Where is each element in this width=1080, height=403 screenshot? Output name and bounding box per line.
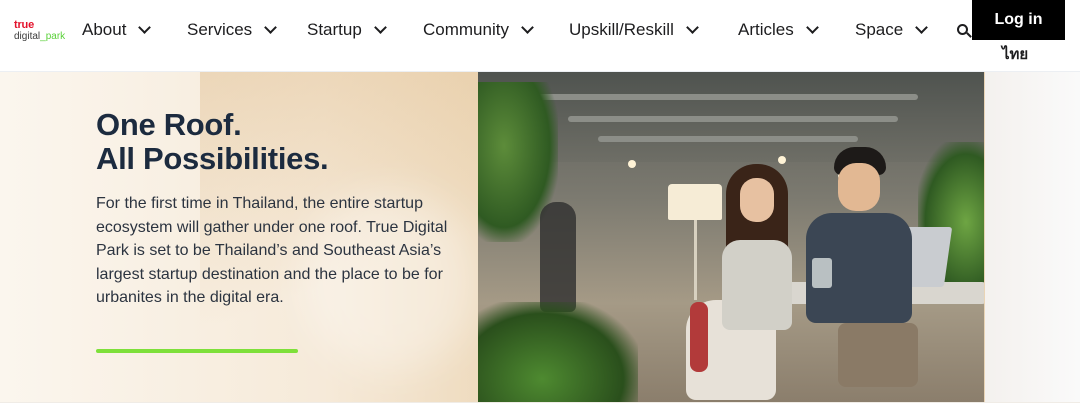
chevron-down-icon (521, 21, 534, 34)
photo-floor-lamp (668, 184, 722, 220)
nav-label-about: About (82, 20, 127, 39)
nav-label-space: Space (855, 20, 904, 39)
chevron-down-icon (805, 21, 819, 34)
logo-line1: true (14, 19, 34, 31)
chevron-down-icon (685, 21, 699, 34)
accent-underline (96, 349, 298, 353)
nav-label-community: Community (423, 20, 509, 39)
search-icon-handle (966, 32, 972, 38)
photo-woman-body (722, 240, 792, 330)
nav-item-about[interactable]: About (82, 19, 152, 41)
hero-photo-coworking (478, 72, 984, 402)
hero-headline-line2: All Possibilities. (96, 141, 329, 176)
photo-woman (716, 164, 808, 384)
chevron-down-icon (138, 21, 152, 34)
photo-plant-bottom (478, 302, 638, 402)
chevron-down-icon (915, 21, 929, 34)
photo-man-face (838, 163, 880, 211)
login-button[interactable]: Log in (972, 0, 1065, 40)
photo-ceiling-beam (538, 94, 918, 100)
photo-cup (812, 258, 832, 288)
top-navigation: true digital_park About Services Startup… (0, 0, 1080, 72)
photo-ceiling-beam (568, 116, 898, 122)
nav-label-upskill-reskill: Upskill/Reskill (569, 20, 674, 39)
nav-item-articles[interactable]: Articles (738, 19, 819, 41)
logo-line2: digital_park (14, 31, 66, 42)
photo-lamp-pole (694, 220, 697, 300)
chevron-down-icon (264, 21, 278, 34)
nav-item-community[interactable]: Community (423, 19, 534, 41)
chevron-down-icon (373, 21, 387, 34)
photo-background-person (540, 202, 576, 312)
hero-headline-line1: One Roof. (96, 107, 242, 142)
nav-item-services[interactable]: Services (187, 19, 278, 41)
nav-item-space[interactable]: Space (855, 19, 929, 41)
hero-right-panel (985, 72, 1080, 403)
photo-light (778, 156, 786, 164)
true-digital-park-logo[interactable]: true digital_park (14, 19, 84, 45)
nav-item-upskill-reskill[interactable]: Upskill/Reskill (569, 19, 699, 41)
search-icon[interactable] (957, 24, 972, 38)
language-toggle[interactable]: ไทย (1002, 42, 1028, 66)
nav-label-articles: Articles (738, 20, 794, 39)
photo-light (628, 160, 636, 168)
nav-label-startup: Startup (307, 20, 362, 39)
nav-label-services: Services (187, 20, 253, 39)
hero-headline: One Roof. All Possibilities. (96, 107, 329, 176)
hero-section: One Roof. All Possibilities. For the fir… (0, 72, 1080, 403)
photo-man-legs (838, 323, 918, 387)
nav-item-startup[interactable]: Startup (307, 19, 387, 41)
photo-chair-cushion (690, 302, 708, 372)
hero-description: For the first time in Thailand, the enti… (96, 195, 448, 306)
photo-woman-face (740, 178, 774, 222)
photo-ceiling-beam (598, 136, 858, 142)
